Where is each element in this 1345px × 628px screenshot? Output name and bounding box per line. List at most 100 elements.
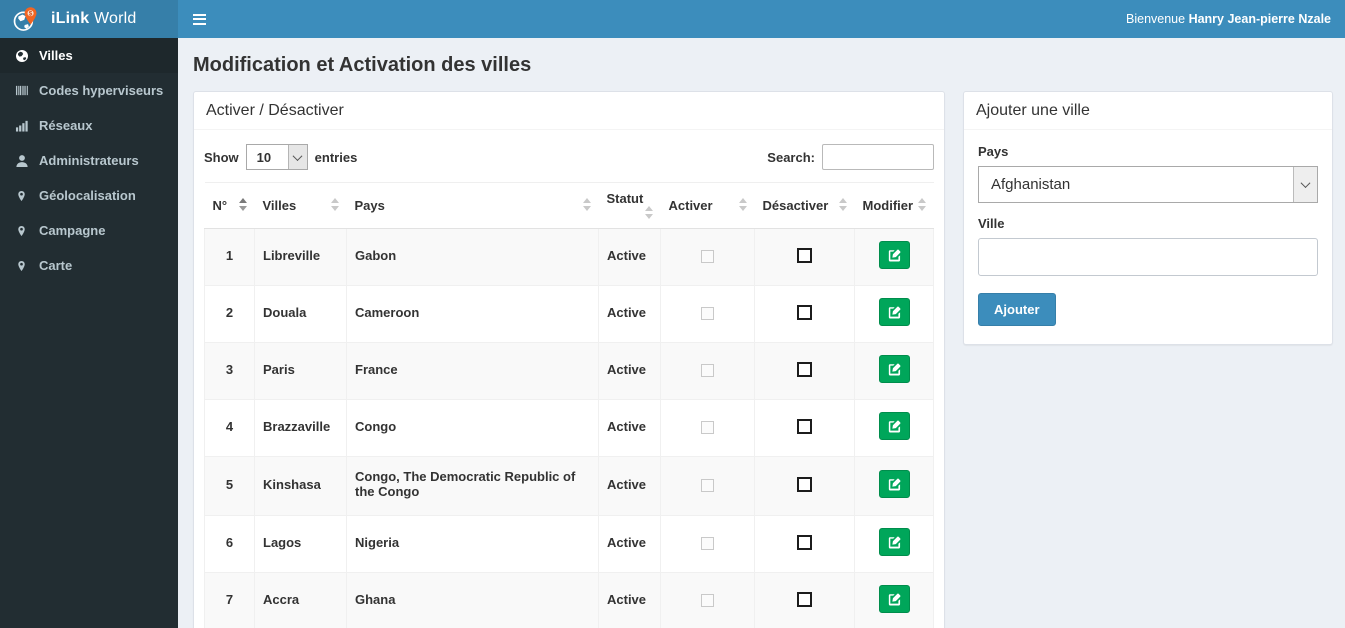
sort-icon [738,197,747,211]
desactiver-checkbox[interactable] [797,477,812,493]
sort-icon [838,197,847,211]
search-input[interactable] [822,144,934,170]
desactiver-checkbox[interactable] [797,592,812,608]
page-title: Modification et Activation des villes [193,54,532,76]
page-length-control: Show 10 entries [204,144,357,170]
edit-pencil-icon [888,306,900,318]
modifier-button[interactable] [878,241,910,269]
column-header-modifier[interactable]: Modifier [854,182,934,229]
edit-pencil-icon [888,478,900,490]
pays-label: Pays [978,144,1009,159]
column-header-numero[interactable]: N° [204,182,255,229]
add-city-panel: Ajouter une ville Pays Afghanistan Ville [963,91,1333,345]
modifier-button[interactable] [878,298,910,326]
brand-title: iLink World [51,10,137,27]
column-header-statut[interactable]: Statut [598,182,661,229]
cell-numero: 7 [204,572,255,628]
cell-ville: Accra [254,572,347,628]
sidebar-item-administrateurs[interactable]: Administrateurs [0,143,178,178]
edit-pencil-icon [888,249,900,261]
column-header-activer[interactable]: Activer [660,182,755,229]
table-row: 1 Libreville Gabon Active [204,228,934,286]
ville-label: Ville [978,216,1005,231]
ajouter-button[interactable]: Ajouter [978,293,1056,326]
main-content: Modification et Activation des villes Ac… [178,38,1345,628]
modifier-button[interactable] [878,528,910,556]
sort-icon [582,197,591,211]
cell-ville: Paris [254,342,347,400]
map-pin-icon [14,224,29,238]
cell-numero: 3 [204,342,255,400]
sidebar-item-label: Codes hyperviseurs [39,83,164,98]
table-row: 6 Lagos Nigeria Active [204,515,934,573]
cell-statut: Active [598,399,661,457]
activer-checkbox[interactable] [701,363,714,377]
page-length-select[interactable]: 10 [246,145,307,169]
globe-icon [14,49,29,63]
brand-area[interactable]: $ iLink World [0,0,178,38]
cell-numero: 1 [204,228,255,286]
table-row: 4 Brazzaville Congo Active [204,399,934,457]
sidebar-item-carte[interactable]: Carte [0,248,178,283]
desactiver-checkbox[interactable] [797,362,812,378]
sidebar-item-label: Administrateurs [39,153,139,168]
sidebar-item-label: Réseaux [39,118,93,133]
column-header-desactiver[interactable]: Désactiver [754,182,855,229]
modifier-button[interactable] [878,470,910,498]
search-label: Search: [767,149,815,165]
cell-pays: Cameroon [346,285,599,343]
activer-checkbox[interactable] [701,593,714,607]
map-pin-icon [14,189,29,203]
table-row: 5 Kinshasa Congo, The Democratic Republi… [204,456,934,516]
activer-checkbox[interactable] [701,420,714,434]
modifier-button[interactable] [878,355,910,383]
sidebar-nav: Villes Codes hyperviseurs Réseaux Admini… [0,38,178,628]
edit-pencil-icon [888,363,900,375]
cell-statut: Active [598,572,661,628]
cell-pays: Gabon [346,228,599,286]
cell-statut: Active [598,342,661,400]
activer-checkbox[interactable] [701,306,714,320]
cell-pays: Nigeria [346,515,599,573]
cell-pays: Congo, The Democratic Republic of the Co… [346,456,599,516]
desactiver-checkbox[interactable] [797,305,812,321]
villes-table: N° Villes Pays Statut Activer Désactiver… [204,182,934,628]
column-header-pays[interactable]: Pays [346,182,599,229]
user-icon [14,154,29,168]
globe-pin-logo-icon: $ [13,6,37,31]
signal-icon [14,119,29,132]
cell-ville: Kinshasa [254,456,347,516]
cell-pays: Congo [346,399,599,457]
navbar: Bienvenue Hanry Jean-pierre Nzale [178,0,1345,38]
add-panel-title: Ajouter une ville [976,102,1090,119]
table-row: 7 Accra Ghana Active [204,572,934,628]
sort-icon [330,197,339,211]
desactiver-checkbox[interactable] [797,248,812,264]
ville-input[interactable] [978,238,1318,276]
cell-numero: 2 [204,285,255,343]
activer-checkbox[interactable] [701,249,714,263]
cell-numero: 5 [204,456,255,516]
modifier-button[interactable] [878,412,910,440]
modifier-button[interactable] [878,585,910,613]
show-label: Show [204,149,239,165]
welcome-message: Bienvenue Hanry Jean-pierre Nzale [1126,12,1331,26]
sidebar-toggle-hamburger-icon[interactable] [178,0,220,38]
column-header-villes[interactable]: Villes [254,182,347,229]
cell-statut: Active [598,228,661,286]
sidebar-item-label: Carte [39,258,73,273]
desactiver-checkbox[interactable] [797,419,812,435]
activer-checkbox[interactable] [701,478,714,492]
sidebar-item-campagne[interactable]: Campagne [0,213,178,248]
table-row: 3 Paris France Active [204,342,934,400]
sidebar-item-r-seaux[interactable]: Réseaux [0,108,178,143]
sort-icon [238,197,247,211]
sidebar-item-label: Campagne [39,223,106,238]
sidebar-item-g-olocalisation[interactable]: Géolocalisation [0,178,178,213]
pays-select[interactable]: Afghanistan [979,167,1317,202]
sidebar-item-villes[interactable]: Villes [0,38,178,73]
desactiver-checkbox[interactable] [797,535,812,551]
table-row: 2 Douala Cameroon Active [204,285,934,343]
sidebar-item-codes-hyperviseurs[interactable]: Codes hyperviseurs [0,73,178,108]
activer-checkbox[interactable] [701,536,714,550]
